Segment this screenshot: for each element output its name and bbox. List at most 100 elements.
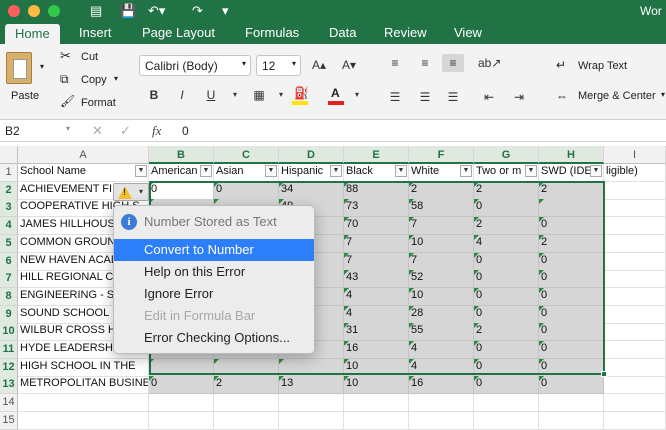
redo-icon[interactable]: ↷: [192, 3, 203, 19]
data-cell[interactable]: [149, 359, 214, 377]
empty-cell[interactable]: [149, 394, 214, 412]
align-middle-icon[interactable]: ≡: [414, 54, 436, 72]
row-header[interactable]: 3: [0, 199, 18, 217]
data-cell[interactable]: 7: [409, 253, 474, 271]
data-cell[interactable]: 4: [409, 341, 474, 359]
header-cell[interactable]: Black ▼: [344, 164, 409, 182]
empty-cell[interactable]: [604, 235, 666, 253]
italic-button[interactable]: I: [171, 86, 193, 104]
column-header-g[interactable]: G: [474, 146, 539, 164]
data-cell[interactable]: 0: [474, 253, 539, 271]
row-header[interactable]: 11: [0, 341, 18, 359]
increase-indent-icon[interactable]: ⇥: [508, 88, 530, 106]
data-cell[interactable]: 0: [539, 341, 604, 359]
column-header-c[interactable]: C: [214, 146, 279, 164]
empty-cell[interactable]: [214, 412, 279, 430]
filter-dropdown-icon[interactable]: ▼: [460, 165, 472, 177]
empty-cell[interactable]: [344, 394, 409, 412]
data-cell[interactable]: 0: [149, 376, 214, 394]
data-cell[interactable]: 0: [474, 341, 539, 359]
data-cell[interactable]: 7: [344, 253, 409, 271]
empty-cell[interactable]: [18, 394, 149, 412]
underline-button[interactable]: U: [200, 86, 222, 104]
school-name-cell[interactable]: METROPOLITAN BUSINESS: [18, 376, 149, 394]
minimize-window-button[interactable]: [28, 5, 40, 17]
data-cell[interactable]: 0: [474, 376, 539, 394]
row-header[interactable]: 12: [0, 359, 18, 377]
data-cell[interactable]: 0: [214, 182, 279, 200]
name-box-dropdown-icon[interactable]: ▾: [66, 124, 70, 133]
format-painter-button[interactable]: Format: [81, 97, 116, 109]
font-name-select[interactable]: Calibri (Body) ▾: [139, 55, 251, 76]
save-icon[interactable]: 💾: [120, 3, 136, 19]
underline-dropdown-icon[interactable]: ▾: [224, 86, 246, 104]
paste-dropdown-icon[interactable]: ▾: [40, 62, 44, 71]
data-cell[interactable]: 2: [539, 182, 604, 200]
copy-dropdown-icon[interactable]: ▾: [114, 74, 118, 83]
wrap-text-button[interactable]: Wrap Text: [578, 60, 627, 72]
row-header[interactable]: 10: [0, 323, 18, 341]
empty-cell[interactable]: [604, 253, 666, 271]
empty-cell[interactable]: [604, 359, 666, 377]
close-window-button[interactable]: [8, 5, 20, 17]
decrease-font-size-icon[interactable]: A▾: [338, 56, 360, 74]
formula-input[interactable]: 0: [182, 124, 189, 138]
data-cell[interactable]: 10: [344, 376, 409, 394]
bold-button[interactable]: B: [143, 86, 165, 104]
data-cell[interactable]: [214, 359, 279, 377]
fill-color-icon[interactable]: ⛽: [290, 86, 310, 106]
data-cell[interactable]: 0: [539, 288, 604, 306]
align-bottom-icon[interactable]: ≡: [442, 54, 464, 72]
data-cell[interactable]: 0: [539, 217, 604, 235]
data-cell[interactable]: 0: [149, 182, 214, 200]
more-commands-icon[interactable]: ▾: [222, 3, 229, 19]
data-cell[interactable]: 16: [409, 376, 474, 394]
data-cell[interactable]: 2: [214, 376, 279, 394]
data-cell[interactable]: 0: [539, 306, 604, 324]
row-header[interactable]: 14: [0, 394, 18, 412]
merge-center-button[interactable]: Merge & Center: [578, 90, 656, 102]
data-cell[interactable]: 55: [409, 323, 474, 341]
empty-cell[interactable]: [539, 412, 604, 430]
column-header-b[interactable]: B: [149, 146, 214, 164]
empty-cell[interactable]: [604, 412, 666, 430]
empty-cell[interactable]: [604, 376, 666, 394]
header-cell[interactable]: Hispanic ▼: [279, 164, 344, 182]
empty-cell[interactable]: [18, 412, 149, 430]
data-cell[interactable]: 7: [344, 235, 409, 253]
column-header-a[interactable]: A: [18, 146, 149, 164]
data-cell[interactable]: 2: [474, 182, 539, 200]
data-cell[interactable]: 0: [474, 306, 539, 324]
empty-cell[interactable]: [409, 394, 474, 412]
data-cell[interactable]: 2: [474, 323, 539, 341]
row-header[interactable]: 8: [0, 288, 18, 306]
data-cell[interactable]: 0: [474, 288, 539, 306]
data-cell[interactable]: 2: [539, 235, 604, 253]
data-cell[interactable]: 0: [539, 359, 604, 377]
data-cell[interactable]: 10: [409, 288, 474, 306]
empty-cell[interactable]: [604, 199, 666, 217]
header-cell[interactable]: American ▼: [149, 164, 214, 182]
data-cell[interactable]: 13: [279, 376, 344, 394]
row-header[interactable]: 7: [0, 270, 18, 288]
header-cell[interactable]: School Name ▼: [18, 164, 149, 182]
data-cell[interactable]: 31: [344, 323, 409, 341]
empty-cell[interactable]: [604, 341, 666, 359]
filter-dropdown-icon[interactable]: ▼: [135, 165, 147, 177]
data-cell[interactable]: [279, 359, 344, 377]
filter-dropdown-icon[interactable]: ▼: [265, 165, 277, 177]
filter-dropdown-icon[interactable]: ▼: [330, 165, 342, 177]
help-on-error-item[interactable]: Help on this Error: [114, 261, 314, 283]
merge-dropdown-icon[interactable]: ▾: [661, 90, 665, 99]
data-cell[interactable]: 52: [409, 270, 474, 288]
row-header[interactable]: 15: [0, 412, 18, 430]
column-header-e[interactable]: E: [344, 146, 409, 164]
tab-page-layout[interactable]: Page Layout: [142, 25, 215, 41]
empty-cell[interactable]: [604, 323, 666, 341]
data-cell[interactable]: 4: [344, 288, 409, 306]
decrease-indent-icon[interactable]: ⇤: [478, 88, 500, 106]
paste-icon[interactable]: [6, 52, 32, 84]
align-left-icon[interactable]: ☰: [384, 88, 406, 106]
tab-formulas[interactable]: Formulas: [245, 25, 299, 41]
data-cell[interactable]: 70: [344, 217, 409, 235]
